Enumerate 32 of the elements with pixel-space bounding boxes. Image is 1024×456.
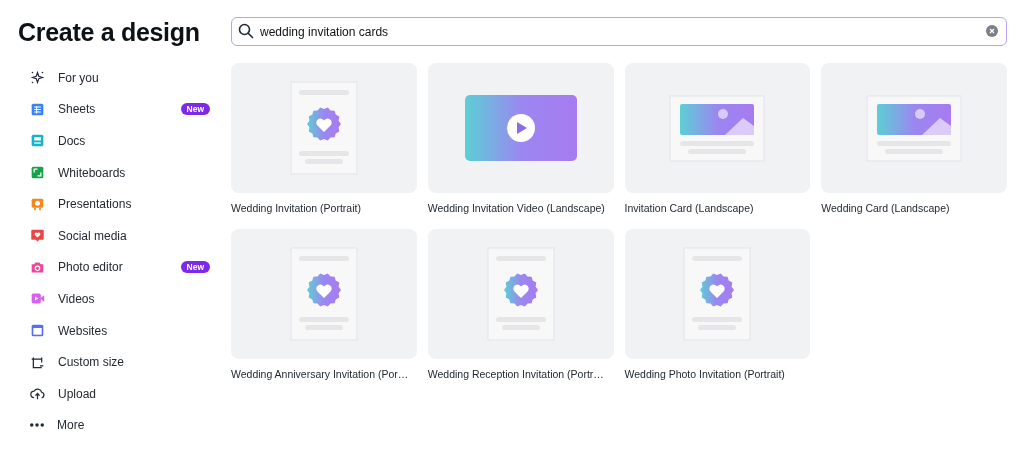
- template-card[interactable]: [624, 63, 811, 193]
- sidebar-item[interactable]: Photo editor: [58, 258, 168, 277]
- template-title[interactable]: Wedding Reception Invitation (Portr…: [427, 366, 604, 383]
- sidebar-item[interactable]: Presentations: [58, 195, 210, 214]
- template-card[interactable]: [231, 63, 417, 193]
- template-card[interactable]: [821, 63, 1007, 193]
- sidebar-item[interactable]: Custom size: [58, 353, 210, 372]
- template-title[interactable]: Wedding Anniversary Invitation (Por…: [231, 366, 409, 383]
- sidebar-item[interactable]: Sheets: [58, 100, 168, 119]
- sidebar-item[interactable]: Websites: [58, 321, 210, 340]
- template-card[interactable]: [231, 228, 417, 359]
- sidebar-item[interactable]: Social media: [58, 226, 210, 245]
- new-badge: New: [180, 103, 210, 116]
- template-title[interactable]: Wedding Photo Invitation (Portrait): [624, 366, 785, 383]
- sidebar-item[interactable]: Upload: [58, 384, 210, 403]
- clear-icon[interactable]: [986, 25, 998, 37]
- template-card[interactable]: [624, 228, 811, 359]
- search-field[interactable]: wedding invitation cards: [231, 17, 1007, 46]
- sidebar-item[interactable]: For you: [58, 68, 210, 87]
- template-card[interactable]: [427, 63, 614, 193]
- template-title[interactable]: Wedding Invitation (Portrait): [231, 201, 361, 217]
- template-card[interactable]: [427, 228, 614, 359]
- sidebar-item[interactable]: Whiteboards: [58, 163, 210, 182]
- search-icon: [238, 23, 254, 39]
- sidebar-item[interactable]: Docs: [58, 132, 210, 150]
- template-title[interactable]: Wedding Invitation Video (Landscape): [427, 201, 605, 217]
- sidebar-item[interactable]: More: [57, 416, 210, 435]
- template-title[interactable]: Invitation Card (Landscape): [624, 201, 754, 217]
- page-title: Create a design: [18, 17, 201, 47]
- sidebar-item[interactable]: Videos: [58, 289, 210, 308]
- template-title[interactable]: Wedding Card (Landscape): [821, 201, 950, 217]
- new-badge: New: [180, 261, 210, 274]
